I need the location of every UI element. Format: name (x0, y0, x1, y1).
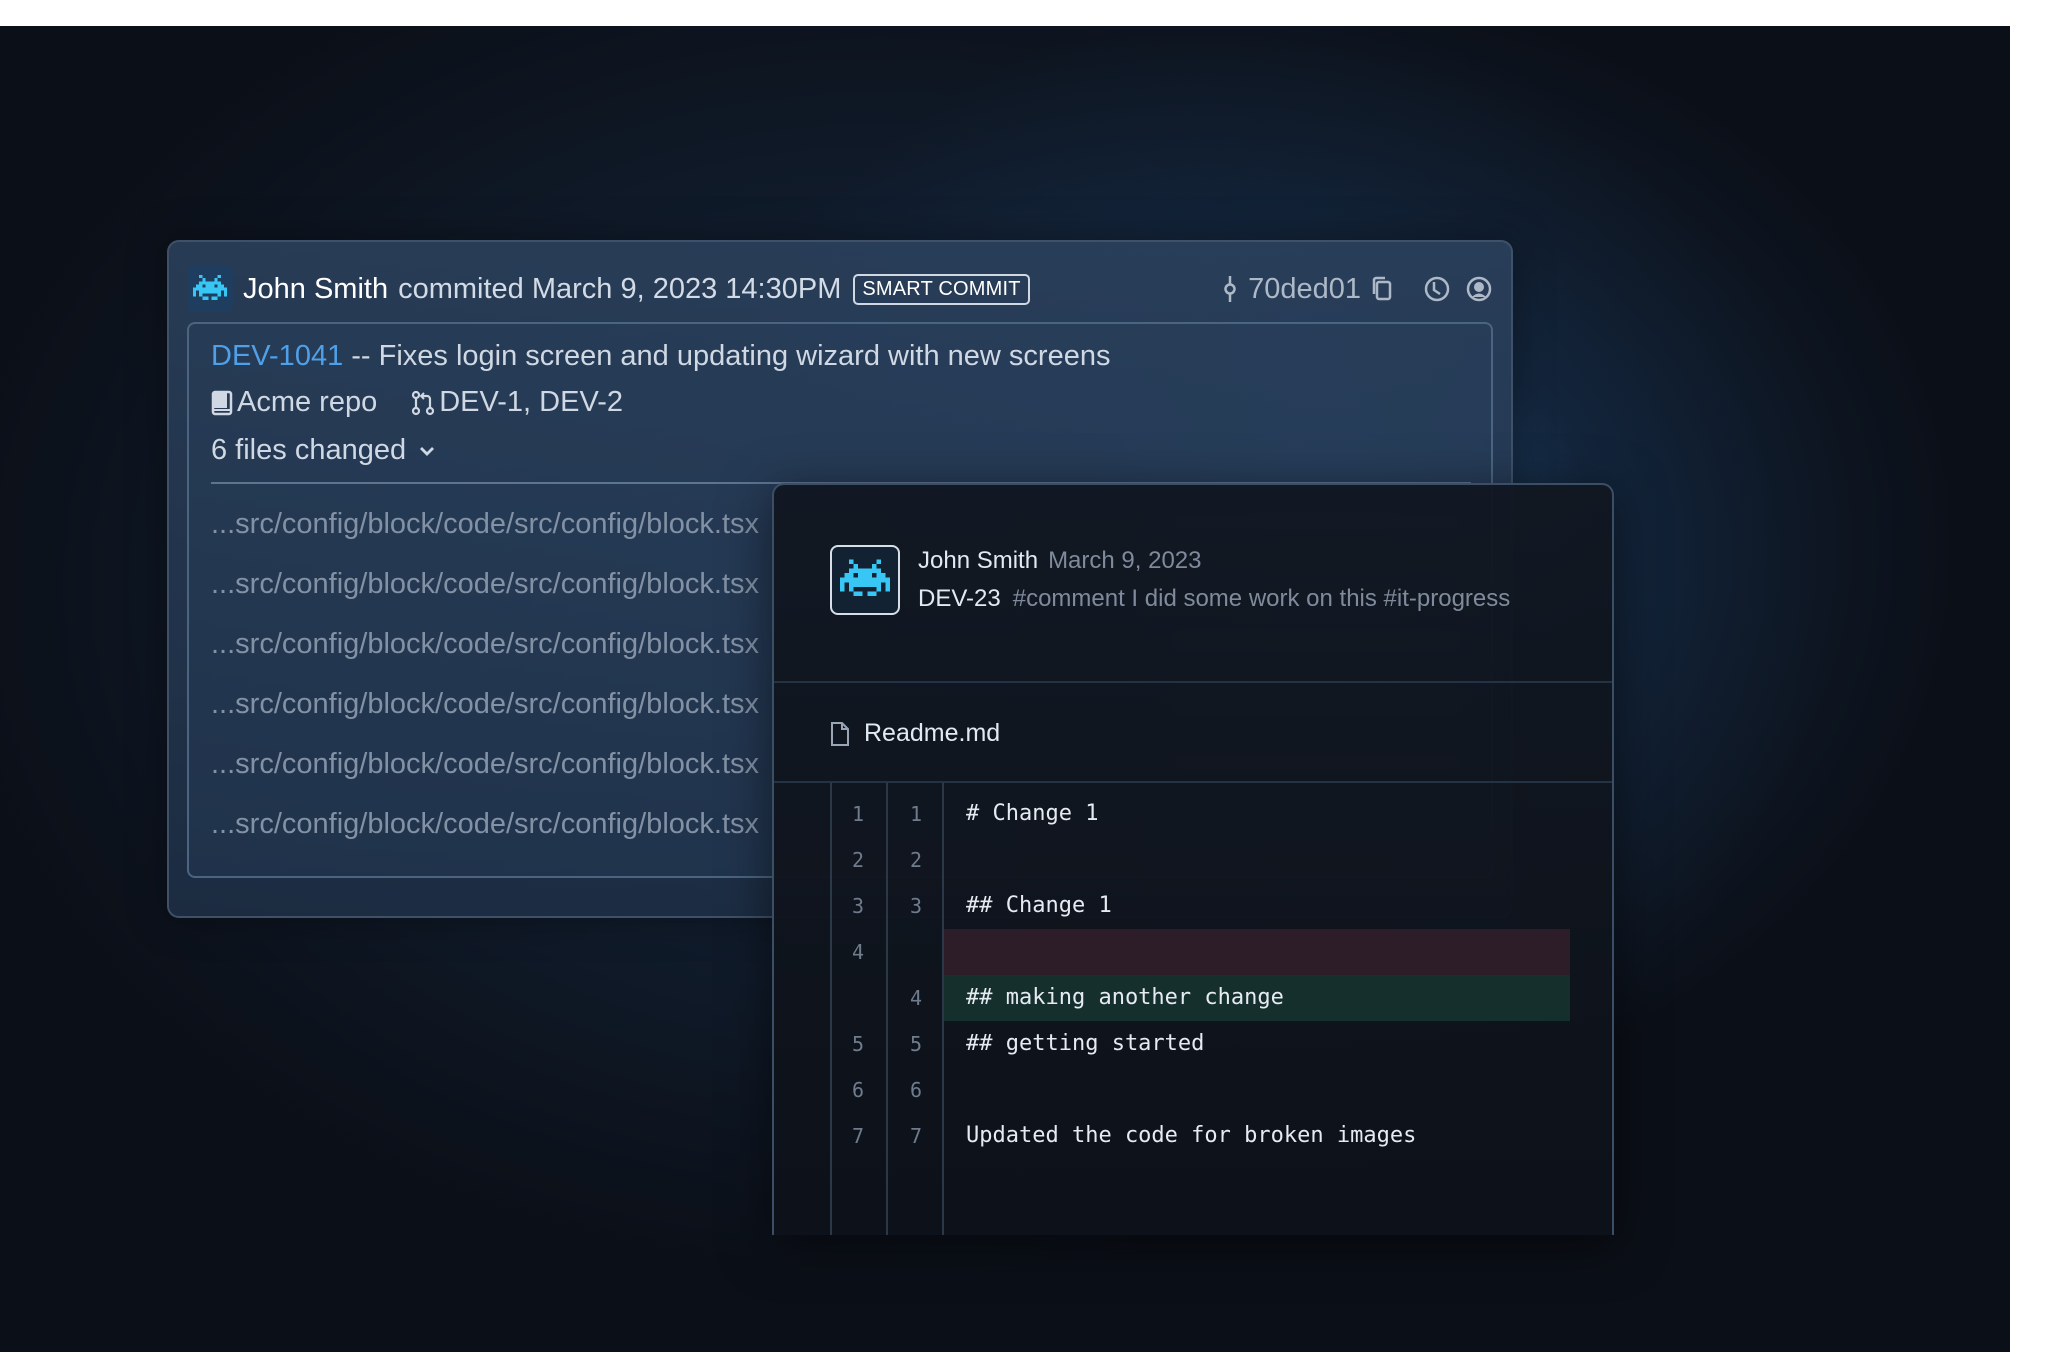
new-line-number: 3 (909, 894, 923, 918)
file-item[interactable]: ...src/config/block/code/src/config/bloc… (211, 736, 771, 796)
comment-text: #comment I did some work on this #it-pro… (1012, 585, 1511, 612)
globe-icon[interactable] (1465, 275, 1493, 303)
files-changed-label: 6 files changed (211, 434, 407, 466)
comment-issue-key[interactable]: DEV-23 (918, 585, 1001, 612)
app-canvas: John Smith commited March 9, 2023 14:30P… (0, 26, 2010, 1352)
smart-commit-badge: SMART COMMIT (853, 273, 1030, 305)
file-item[interactable]: ...src/config/block/code/src/config/bloc… (211, 556, 771, 616)
chevron-down-icon (418, 445, 436, 457)
repo-book-icon (211, 390, 233, 416)
commit-icon (1222, 274, 1238, 304)
old-line-number: 6 (851, 1078, 865, 1102)
panel-divider (774, 681, 1612, 683)
commit-author[interactable]: John Smith (243, 273, 388, 306)
code-line: ## Change 1 (966, 893, 1112, 918)
commit-message: -- Fixes login screen and updating wizar… (343, 340, 1111, 372)
new-line-number: 6 (909, 1078, 923, 1102)
comment-date: March 9, 2023 (1048, 547, 1202, 574)
avatar-icon[interactable] (830, 545, 900, 615)
comment-header: John Smith March 9, 2023 (918, 547, 1201, 575)
old-line-number: 7 (851, 1124, 865, 1148)
file-item[interactable]: ...src/config/block/code/src/config/bloc… (211, 676, 771, 736)
diff-row: 6 6 (830, 1067, 1570, 1113)
comment-body: DEV-23 #comment I did some work on this #… (918, 585, 1510, 613)
diff-row-added: 4 ## making another change (830, 975, 1570, 1021)
files-changed-toggle[interactable]: 6 files changed (211, 434, 436, 467)
code-line: Updated the code for broken images (966, 1123, 1417, 1148)
file-item[interactable]: ...src/config/block/code/src/config/bloc… (211, 796, 771, 856)
pull-request-icon (411, 390, 435, 416)
meta-row: Acme repo DEV-1, DEV-2 (211, 386, 623, 419)
commit-header: John Smith commited March 9, 2023 14:30P… (187, 264, 1493, 314)
old-line-number: 3 (851, 894, 865, 918)
diff-row: 3 3 ## Change 1 (830, 883, 1570, 929)
file-list: ...src/config/block/code/src/config/bloc… (211, 496, 771, 856)
code-line: ## getting started (966, 1031, 1205, 1056)
avatar-icon[interactable] (187, 266, 233, 312)
history-icon[interactable] (1423, 275, 1451, 303)
linked-issues[interactable]: DEV-1, DEV-2 (439, 386, 623, 419)
diff-row: 7 7 Updated the code for broken images (830, 1113, 1570, 1159)
comment-diff-panel: John Smith March 9, 2023 DEV-23 #comment I… (772, 483, 1614, 1235)
issue-link[interactable]: DEV-1041 (211, 340, 343, 372)
new-line-number: 2 (909, 848, 923, 872)
old-line-number: 2 (851, 848, 865, 872)
file-item[interactable]: ...src/config/block/code/src/config/bloc… (211, 496, 771, 556)
new-line-number: 4 (909, 986, 923, 1010)
copy-icon[interactable] (1371, 276, 1393, 302)
code-line: ## making another change (966, 985, 1284, 1010)
diff-view: 1 1 # Change 1 2 2 3 3 ## Change 1 4 4 #… (830, 783, 1570, 1235)
new-line-number: 5 (909, 1032, 923, 1056)
file-item[interactable]: ...src/config/block/code/src/config/bloc… (211, 616, 771, 676)
diff-row-deleted: 4 (830, 929, 1570, 975)
hash-group: 70ded01 (1222, 273, 1493, 306)
file-icon (830, 721, 850, 747)
diff-file-header[interactable]: Readme.md (830, 719, 1000, 748)
old-line-number: 4 (851, 940, 865, 964)
old-line-number: 1 (851, 802, 865, 826)
new-line-number (888, 929, 944, 975)
new-line-number: 7 (909, 1124, 923, 1148)
diff-row: 5 5 ## getting started (830, 1021, 1570, 1067)
commit-title: DEV-1041 -- Fixes login screen and updat… (211, 340, 1110, 373)
diff-row: 2 2 (830, 837, 1570, 883)
commit-action: commited March 9, 2023 14:30PM (398, 272, 842, 305)
diff-file-name: Readme.md (864, 719, 1001, 747)
code-line: # Change 1 (966, 801, 1099, 826)
old-line-number: 5 (851, 1032, 865, 1056)
old-line-number (830, 975, 886, 1021)
diff-row: 1 1 # Change 1 (830, 791, 1570, 837)
comment-author[interactable]: John Smith (918, 547, 1038, 574)
commit-hash[interactable]: 70ded01 (1248, 273, 1361, 306)
repo-name[interactable]: Acme repo (237, 386, 377, 419)
new-line-number: 1 (909, 802, 923, 826)
